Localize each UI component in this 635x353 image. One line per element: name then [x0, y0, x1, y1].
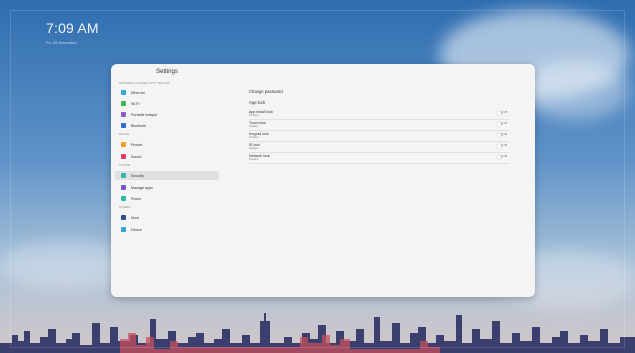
- sidebar-item-power[interactable]: Power: [115, 194, 219, 203]
- sidebar-item-label: Bluetooth: [131, 123, 147, 128]
- clock-date: Fri, 25 November: [46, 40, 77, 45]
- security-content: Change password App lock App install loc…: [249, 64, 523, 297]
- device-icon: [121, 227, 126, 232]
- sidebar-item-ethernet[interactable]: Ethernet: [115, 88, 219, 97]
- sidebar-item-security[interactable]: Security: [115, 171, 219, 180]
- toggle-track: [496, 154, 503, 159]
- setting-status: Disabled: [249, 147, 259, 150]
- sidebar-item-picture[interactable]: Picture: [115, 140, 219, 149]
- setting-row-ir-lock[interactable]: IR lock Disabled Off: [249, 142, 509, 153]
- section-title-device: Device: [119, 133, 130, 136]
- setting-row-network-lock[interactable]: Network lock Disabled Off: [249, 153, 509, 164]
- toggle-track: [496, 143, 503, 148]
- toggle-track: [496, 121, 503, 126]
- more-icon: [121, 215, 126, 220]
- toggle-state: Off: [503, 144, 507, 147]
- change-password-link[interactable]: Change password: [249, 89, 283, 94]
- setting-status: Disabled: [249, 158, 259, 161]
- toggle-state: Off: [503, 111, 507, 114]
- bluetooth-icon: [121, 123, 126, 128]
- toggle-switch[interactable]: Off: [496, 132, 507, 137]
- toggle-state: Off: [503, 133, 507, 136]
- sidebar-item-manage-apps[interactable]: Manage apps: [115, 183, 219, 192]
- city-skyline: [0, 313, 635, 353]
- toggle-switch[interactable]: Off: [496, 110, 507, 115]
- setting-row-keypad-lock[interactable]: Keypad lock Disabled Off: [249, 131, 509, 142]
- sidebar-item-bluetooth[interactable]: Bluetooth: [115, 121, 219, 130]
- sidebar-item-label: Device: [131, 227, 142, 232]
- wifi-icon: [121, 101, 126, 106]
- settings-sidebar: Settings Network & connectivity devices …: [111, 64, 223, 297]
- toggle-switch[interactable]: Off: [496, 143, 507, 148]
- sidebar-item-label: Sound: [131, 154, 142, 159]
- toggle-switch[interactable]: Off: [496, 154, 507, 159]
- shield-icon: [121, 173, 126, 178]
- toggle-switch[interactable]: Off: [496, 121, 507, 126]
- power-icon: [121, 196, 126, 201]
- sidebar-item-more[interactable]: More: [115, 213, 219, 222]
- sidebar-item-label: Ethernet: [131, 90, 145, 95]
- clock-time: 7:09 AM: [46, 20, 99, 36]
- sidebar-item-label: Manage apps: [131, 185, 153, 190]
- app-lock-link[interactable]: App lock: [249, 100, 265, 105]
- toggle-track: [496, 132, 503, 137]
- sidebar-item-label: Portable hotspot: [131, 112, 158, 117]
- setting-row-app-install-lock[interactable]: App install lock Disabled Off: [249, 109, 509, 120]
- setting-status: Disabled: [249, 136, 259, 139]
- section-title-others: Others: [119, 206, 131, 209]
- settings-title: Settings: [156, 69, 178, 75]
- sidebar-item-wifi[interactable]: Wi-Fi: [115, 99, 219, 108]
- sidebar-item-label: Power: [131, 196, 142, 201]
- setting-status: Disabled: [249, 114, 259, 117]
- hotspot-icon: [121, 112, 126, 117]
- picture-icon: [121, 142, 126, 147]
- toggle-state: Off: [503, 122, 507, 125]
- sidebar-item-label: Security: [131, 173, 144, 178]
- settings-panel: Settings Network & connectivity devices …: [111, 64, 535, 297]
- sidebar-item-sound[interactable]: Sound: [115, 152, 219, 161]
- toggle-state: Off: [503, 155, 507, 158]
- sidebar-item-device[interactable]: Device: [115, 225, 219, 234]
- setting-row-touch-lock[interactable]: Touch lock Disabled Off: [249, 120, 509, 131]
- apps-icon: [121, 185, 126, 190]
- sidebar-item-portable-hotspot[interactable]: Portable hotspot: [115, 110, 219, 119]
- ethernet-icon: [121, 90, 126, 95]
- section-title-system: System: [119, 164, 131, 167]
- section-title-network: Network & connectivity devices: [119, 82, 170, 85]
- cloud: [520, 60, 630, 120]
- toggle-track: [496, 110, 503, 115]
- sidebar-item-label: More: [131, 215, 140, 220]
- sidebar-item-label: Wi-Fi: [131, 101, 140, 106]
- sidebar-item-label: Picture: [131, 142, 143, 147]
- sound-icon: [121, 154, 126, 159]
- setting-status: Disabled: [249, 125, 259, 128]
